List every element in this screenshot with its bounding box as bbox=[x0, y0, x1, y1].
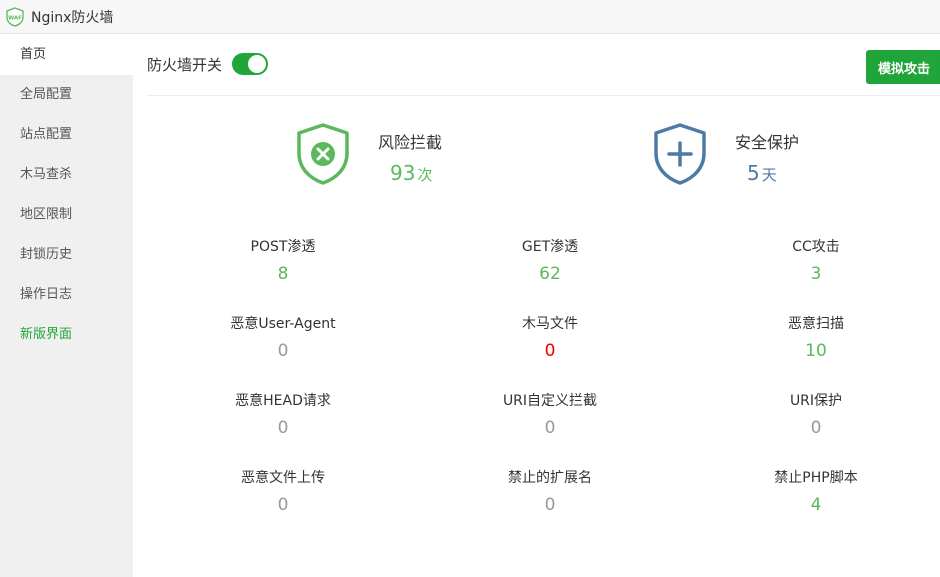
sidebar-item-region-limit[interactable]: 地区限制 bbox=[0, 195, 133, 235]
stat-trojan-file: 木马文件 0 bbox=[522, 316, 578, 361]
divider bbox=[147, 95, 940, 96]
security-protect-unit: 天 bbox=[761, 166, 777, 184]
app-title: Nginx防火墙 bbox=[31, 9, 114, 26]
risk-intercept-title: 风险拦截 bbox=[378, 133, 443, 152]
stat-malicious-user-agent: 恶意User-Agent 0 bbox=[230, 316, 336, 361]
security-protect-days: 5 bbox=[747, 161, 760, 185]
risk-intercept-unit: 次 bbox=[417, 166, 433, 184]
toggle-knob bbox=[248, 55, 267, 73]
sidebar: 首页 全局配置 站点配置 木马查杀 地区限制 封锁历史 操作日志 新版界面 bbox=[0, 35, 133, 577]
firewall-toggle-row: 防火墙开关 bbox=[147, 53, 269, 75]
stat-forbidden-extension: 禁止的扩展名 0 bbox=[508, 470, 592, 515]
stat-cc-attack: CC攻击 3 bbox=[792, 239, 840, 284]
sidebar-item-operation-log[interactable]: 操作日志 bbox=[0, 275, 133, 315]
stat-uri-custom-block: URI自定义拦截 0 bbox=[502, 393, 598, 438]
simulate-attack-button[interactable]: 模拟攻击 bbox=[866, 50, 940, 84]
svg-text:WAF: WAF bbox=[8, 15, 22, 21]
stat-malicious-head: 恶意HEAD请求 0 bbox=[235, 393, 331, 438]
waf-logo-icon: WAF bbox=[6, 6, 24, 27]
sidebar-item-new-ui[interactable]: 新版界面 bbox=[0, 315, 133, 355]
sidebar-item-home[interactable]: 首页 bbox=[0, 35, 133, 75]
sidebar-item-block-history[interactable]: 封锁历史 bbox=[0, 235, 133, 275]
sidebar-item-trojan-scan[interactable]: 木马查杀 bbox=[0, 155, 133, 195]
firewall-toggle-switch[interactable] bbox=[232, 53, 269, 75]
sidebar-item-site-config[interactable]: 站点配置 bbox=[0, 115, 133, 155]
stat-post-penetration: POST渗透 8 bbox=[250, 239, 316, 284]
stat-uri-protect: URI保护 0 bbox=[789, 393, 843, 438]
security-protect-summary: 安全保护 5天 bbox=[653, 123, 799, 185]
main-panel: 防火墙开关 模拟攻击 风险拦截 93 次 安全保护 5天 POST渗透 8 GE… bbox=[133, 35, 940, 577]
stat-malicious-scan: 恶意扫描 10 bbox=[788, 316, 844, 361]
shield-plus-icon bbox=[654, 123, 706, 185]
firewall-toggle-label: 防火墙开关 bbox=[147, 55, 223, 74]
stat-malicious-upload: 恶意文件上传 0 bbox=[241, 470, 325, 515]
risk-intercept-count: 93 bbox=[390, 161, 416, 185]
sidebar-item-global-config[interactable]: 全局配置 bbox=[0, 75, 133, 115]
shield-x-icon bbox=[297, 123, 349, 185]
title-bar: WAF Nginx防火墙 bbox=[0, 0, 940, 34]
stat-get-penetration: GET渗透 62 bbox=[521, 239, 579, 284]
risk-intercept-summary: 风险拦截 93 次 bbox=[296, 123, 442, 185]
stat-forbidden-php: 禁止PHP脚本 4 bbox=[774, 470, 858, 515]
security-protect-title: 安全保护 bbox=[735, 133, 800, 152]
